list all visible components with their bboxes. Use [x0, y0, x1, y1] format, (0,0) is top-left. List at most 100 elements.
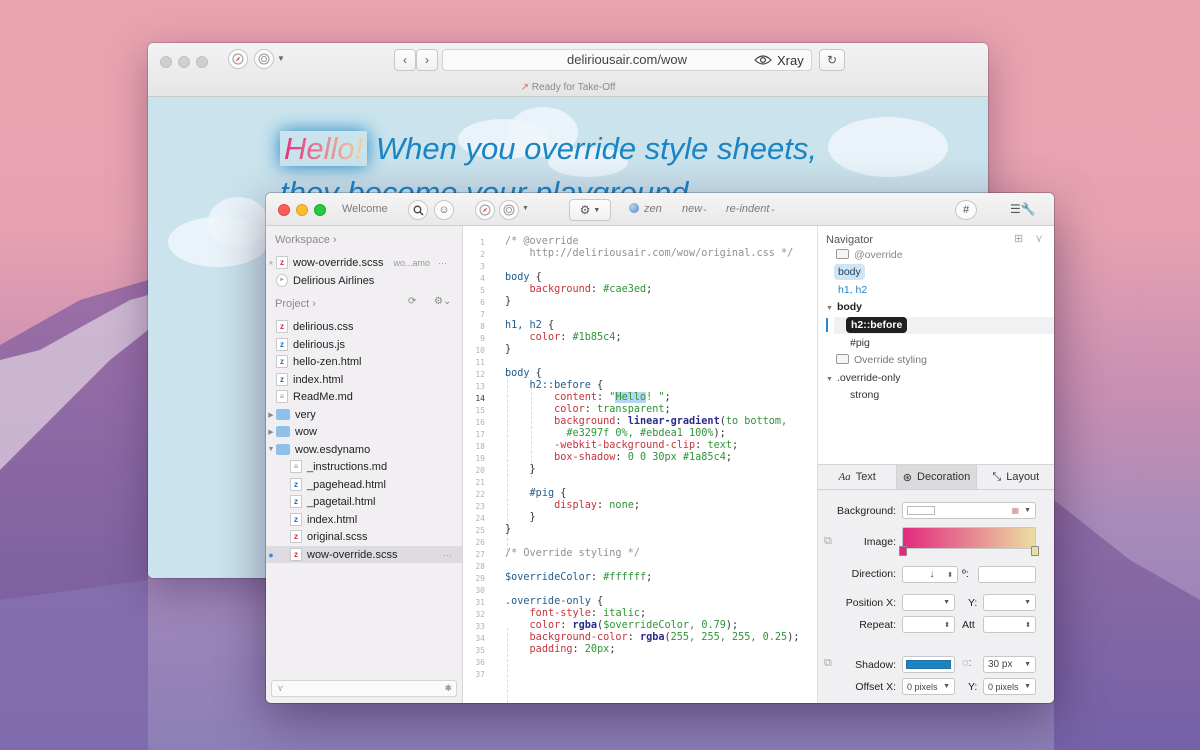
sidebar-filter[interactable]: ⋎ ✱	[271, 680, 457, 697]
gradient-editor[interactable]	[902, 527, 1036, 549]
folder-item[interactable]: ▼ wow.esdynamo	[266, 441, 462, 458]
nav-label: h1, h2	[838, 284, 868, 296]
file-item[interactable]: ≡ ReadMe.md	[266, 388, 462, 405]
target-icon[interactable]	[254, 49, 274, 69]
file-item[interactable]: z _pagetail.html	[266, 493, 462, 510]
nav-item[interactable]: Override styling	[836, 352, 927, 368]
file-item[interactable]: z original.scss	[266, 528, 462, 545]
nav-item[interactable]: ▼ body	[826, 299, 862, 315]
compass-button[interactable]	[475, 200, 495, 220]
reload-button[interactable]: ↻	[819, 49, 845, 71]
smiley-button[interactable]: ☺	[434, 200, 454, 220]
chevron-down-icon[interactable]: ▼	[522, 205, 529, 212]
line-number: 30	[475, 586, 485, 595]
zoom-button[interactable]	[196, 56, 208, 68]
code-editor[interactable]: 1 2 3 4 5 6 7 8 9 10 11 12 13 14 15 16 17 18 19 20 21 22 23 24 2…	[463, 226, 817, 703]
file-item[interactable]: z delirious.js	[266, 336, 462, 353]
back-button[interactable]: ‹	[394, 49, 416, 71]
file-item[interactable]: z hello-zen.html	[266, 353, 462, 370]
settings-icon[interactable]: ⚙⌄	[434, 296, 451, 307]
status-text: Ready for Take-Off	[531, 82, 616, 93]
code-line: }	[505, 344, 512, 355]
offset-y-value: 0 pixels	[988, 681, 1019, 692]
nav-item[interactable]: strong	[850, 387, 879, 403]
window-title: Welcome	[342, 203, 388, 215]
tools-icon[interactable]: ☰🔧	[1010, 202, 1036, 216]
compass-icon[interactable]	[228, 49, 248, 69]
more-icon[interactable]: ···	[438, 258, 447, 268]
nav-item[interactable]: body	[834, 264, 865, 280]
background-label: Background:	[837, 505, 896, 517]
workspace-item[interactable]: ▸ Delirious Airlines	[266, 272, 462, 289]
line-number: 32	[475, 610, 485, 619]
file-name: hello-zen.html	[293, 355, 362, 368]
background-color-picker[interactable]: ▦ ▼	[902, 502, 1036, 519]
offset-y-select[interactable]: 0 pixels ▼	[983, 678, 1036, 695]
line-number: 24	[475, 514, 485, 523]
gradient-stop-end[interactable]	[1031, 546, 1039, 556]
hash-button[interactable]: #	[955, 200, 977, 220]
offset-x-select[interactable]: 0 pixels ▼	[902, 678, 955, 695]
target-button[interactable]	[499, 200, 519, 220]
reindent-button[interactable]: re-indent	[726, 203, 769, 215]
new-button[interactable]: new	[682, 203, 702, 215]
position-x-label: Position X:	[845, 597, 896, 609]
search-button[interactable]	[408, 200, 428, 220]
position-y-select[interactable]: ▼	[983, 594, 1036, 611]
disclosure-icon[interactable]: ▶	[266, 411, 276, 419]
file-item[interactable]: z delirious.css	[266, 318, 462, 335]
file-item-selected[interactable]: ● z wow-override.scss ···	[266, 546, 462, 563]
minimize-button[interactable]	[178, 56, 190, 68]
shadow-blur-select[interactable]: 30 px ▼	[983, 656, 1036, 673]
disclosure-icon[interactable]: ▼	[826, 305, 833, 312]
star-icon[interactable]: ✱	[444, 683, 452, 694]
degree-input[interactable]	[978, 566, 1036, 583]
repeat-select[interactable]: ⬍	[902, 616, 955, 633]
close-button[interactable]	[160, 56, 172, 68]
zoom-button[interactable]	[314, 204, 326, 216]
offset-x-label: Offset X:	[855, 681, 896, 693]
minimize-button[interactable]	[296, 204, 308, 216]
workspace-item[interactable]: ★ z wow-override.scss wo...amo ···	[266, 254, 462, 271]
refresh-icon[interactable]: ⟳	[408, 296, 416, 307]
settings-button[interactable]: ⚙ ▼	[569, 199, 611, 221]
zen-button[interactable]: zen	[644, 203, 662, 215]
nav-item[interactable]: @override	[836, 247, 903, 263]
filter-icon[interactable]: ⋎	[1035, 232, 1043, 245]
direction-select[interactable]: ↓ ⬍	[902, 566, 958, 583]
workspace-header[interactable]: Workspace ›	[275, 234, 337, 246]
position-x-select[interactable]: ▼	[902, 594, 955, 611]
shadow-color-picker[interactable]	[902, 656, 955, 673]
code-line: background: linear-gradient(to bottom,	[554, 416, 788, 427]
file-item[interactable]: z _pagehead.html	[266, 476, 462, 493]
tab-decoration[interactable]: ⊛ Decoration	[897, 465, 977, 489]
forward-button[interactable]: ›	[416, 49, 438, 71]
folder-item[interactable]: ▶ very	[266, 406, 462, 423]
gradient-stop-start[interactable]	[899, 546, 907, 556]
xray-button[interactable]: Xray	[754, 49, 816, 71]
nav-item[interactable]: ▼ .override-only	[826, 370, 901, 386]
disclosure-icon[interactable]: ▶	[266, 428, 276, 436]
nav-item[interactable]: h1, h2	[838, 282, 867, 298]
file-item[interactable]: ≡ _instructions.md	[266, 458, 462, 475]
more-icon[interactable]: ···	[443, 550, 452, 560]
tab-layout[interactable]: ⤡ Layout	[977, 465, 1054, 489]
disclosure-icon[interactable]: ▼	[266, 446, 276, 453]
disclosure-icon[interactable]: ▼	[826, 376, 833, 383]
nav-item[interactable]: #pig	[850, 335, 870, 351]
close-button[interactable]	[278, 204, 290, 216]
code-line: body {	[505, 368, 542, 379]
nav-item-selected[interactable]: h2::before	[846, 317, 908, 333]
navigator-panel: Navigator ⊞ ⋎ @override body h1, h2 ▼ bod…	[817, 226, 1054, 464]
add-folder-icon[interactable]: ⊞	[1014, 232, 1023, 245]
file-item[interactable]: z index.html	[266, 511, 462, 528]
file-item[interactable]: z index.html	[266, 371, 462, 388]
html-file-icon: z	[290, 478, 302, 491]
line-number: 19	[475, 454, 485, 463]
chevron-down-icon[interactable]: ▼	[277, 54, 285, 63]
project-header[interactable]: Project ›	[275, 298, 316, 310]
attachment-select[interactable]: ⬍	[983, 616, 1036, 633]
folder-item[interactable]: ▶ wow	[266, 423, 462, 440]
tab-text[interactable]: Aa Text	[818, 465, 898, 489]
repeat-label: Repeat:	[859, 619, 896, 631]
